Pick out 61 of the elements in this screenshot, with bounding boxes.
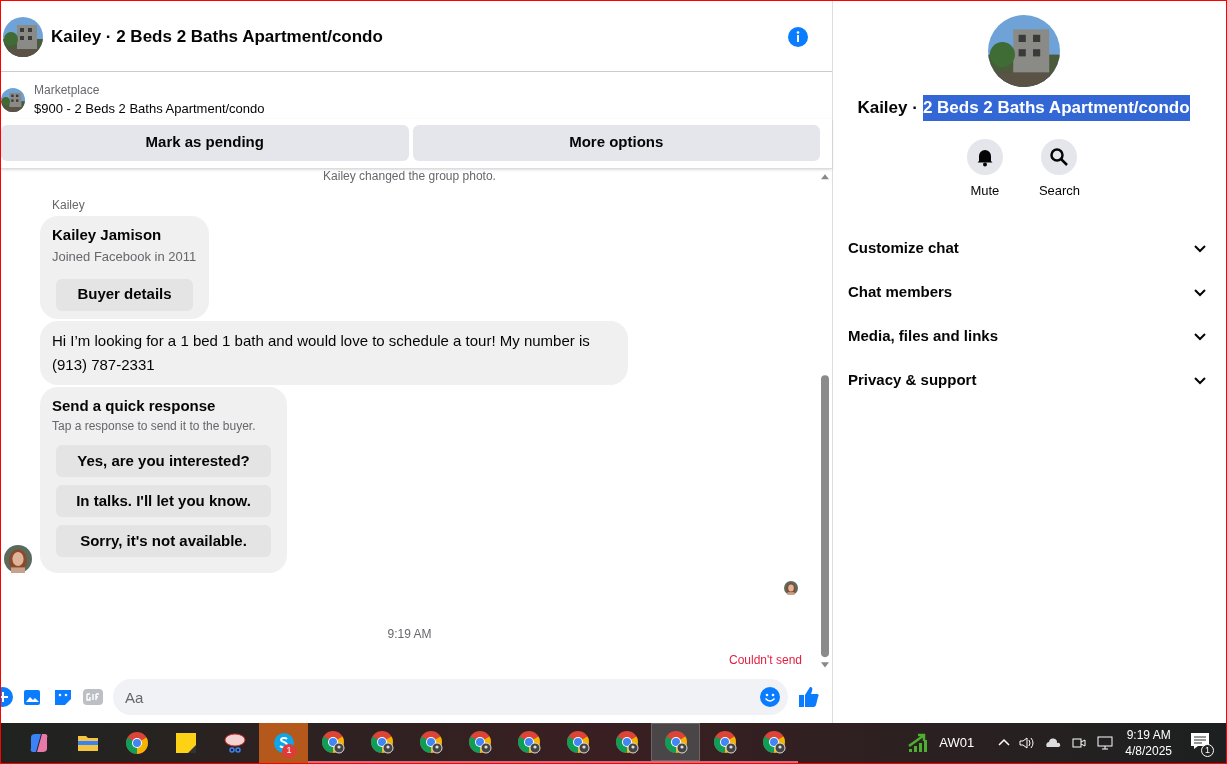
listing-action-button[interactable]: Mark as pending bbox=[1, 124, 409, 161]
notification-badge: 1 bbox=[282, 744, 296, 758]
chat-title: Kailey · 2 Beds 2 Baths Apartment/condo bbox=[51, 25, 383, 48]
taskbar-app[interactable] bbox=[651, 723, 700, 763]
chrome-icon bbox=[124, 731, 149, 755]
clock-date[interactable]: 4/8/2025 bbox=[1125, 743, 1172, 759]
taskbar-app[interactable]: 1 bbox=[259, 723, 308, 763]
selected-title-text: 2 Beds 2 Baths Apartment/condo bbox=[922, 95, 1190, 121]
details-section[interactable]: Media, files and links bbox=[848, 314, 1214, 358]
section-label: Privacy & support bbox=[848, 369, 977, 390]
thumbs-up-icon[interactable] bbox=[798, 686, 820, 708]
quick-response-hint: Tap a response to send it to the buyer. bbox=[52, 418, 257, 435]
clock-time[interactable]: 9:19 AM bbox=[1126, 727, 1171, 743]
chrome-profile-icon bbox=[369, 730, 394, 754]
listing-title: $900 - 2 Beds 2 Baths Apartment/condo bbox=[34, 100, 265, 118]
sticker-icon[interactable] bbox=[53, 687, 73, 707]
chrome-profile-icon bbox=[565, 730, 590, 754]
camera-icon[interactable] bbox=[1071, 735, 1088, 751]
sticky-note-icon bbox=[173, 731, 198, 755]
info-icon[interactable] bbox=[788, 26, 808, 47]
section-label: Media, files and links bbox=[848, 325, 999, 346]
listing-source: Marketplace bbox=[34, 82, 101, 99]
details-section[interactable]: Privacy & support bbox=[848, 358, 1214, 402]
network-name: AW01 bbox=[939, 734, 975, 753]
chrome-profile-icon bbox=[418, 730, 443, 754]
system-note: Kailey changed the group photo. bbox=[323, 168, 496, 183]
section-label: Chat members bbox=[848, 281, 953, 302]
photo-icon[interactable] bbox=[23, 687, 43, 707]
profile-name: Kailey Jamison bbox=[52, 224, 163, 245]
details-title: Kailey · bbox=[857, 97, 918, 119]
quick-response-button[interactable]: Yes, are you interested? bbox=[56, 445, 271, 477]
chrome-profile-icon bbox=[761, 730, 786, 754]
action-label: Search bbox=[1038, 181, 1081, 200]
monitor-icon[interactable] bbox=[1097, 735, 1114, 751]
listing-action-button[interactable]: More options bbox=[412, 124, 820, 161]
chrome-profile-icon bbox=[712, 730, 737, 754]
notification-icon[interactable] bbox=[1190, 731, 1210, 751]
chrome-profile-icon bbox=[516, 730, 541, 754]
quick-response-title: Send a quick response bbox=[52, 395, 217, 416]
chrome-profile-icon bbox=[320, 730, 345, 754]
section-label: Customize chat bbox=[848, 237, 959, 258]
message-time: 9:19 AM bbox=[387, 626, 432, 643]
chrome-profile-icon bbox=[663, 730, 688, 754]
quick-response-button[interactable]: Sorry, it's not available. bbox=[56, 525, 271, 557]
chrome-profile-icon bbox=[614, 730, 639, 754]
quick-response-button[interactable]: In talks. I'll let you know. bbox=[56, 485, 271, 517]
profile-joined: Joined Facebook in 2011 bbox=[52, 248, 197, 266]
buyer-details-button[interactable]: Buyer details bbox=[56, 278, 193, 311]
message-text: Hi I’m looking for a 1 bed 1 bath and would love to schedule a tour! My number is (913) 787-2331 bbox=[52, 331, 590, 373]
sender-name: Kailey bbox=[52, 196, 86, 214]
notification-count: 1 bbox=[1201, 744, 1214, 757]
message-input[interactable]: Aa bbox=[113, 679, 788, 715]
speaker-icon[interactable] bbox=[1019, 735, 1036, 751]
search-icon[interactable] bbox=[1041, 138, 1078, 175]
details-section[interactable]: Chat members bbox=[848, 270, 1214, 314]
emoji-icon[interactable] bbox=[760, 687, 780, 707]
details-section[interactable]: Customize chat bbox=[848, 226, 1214, 270]
action-label: Mute bbox=[970, 181, 1000, 200]
send-error: Couldn't send bbox=[729, 652, 802, 669]
chrome-profile-icon bbox=[467, 730, 492, 754]
bell-icon[interactable] bbox=[966, 138, 1003, 175]
